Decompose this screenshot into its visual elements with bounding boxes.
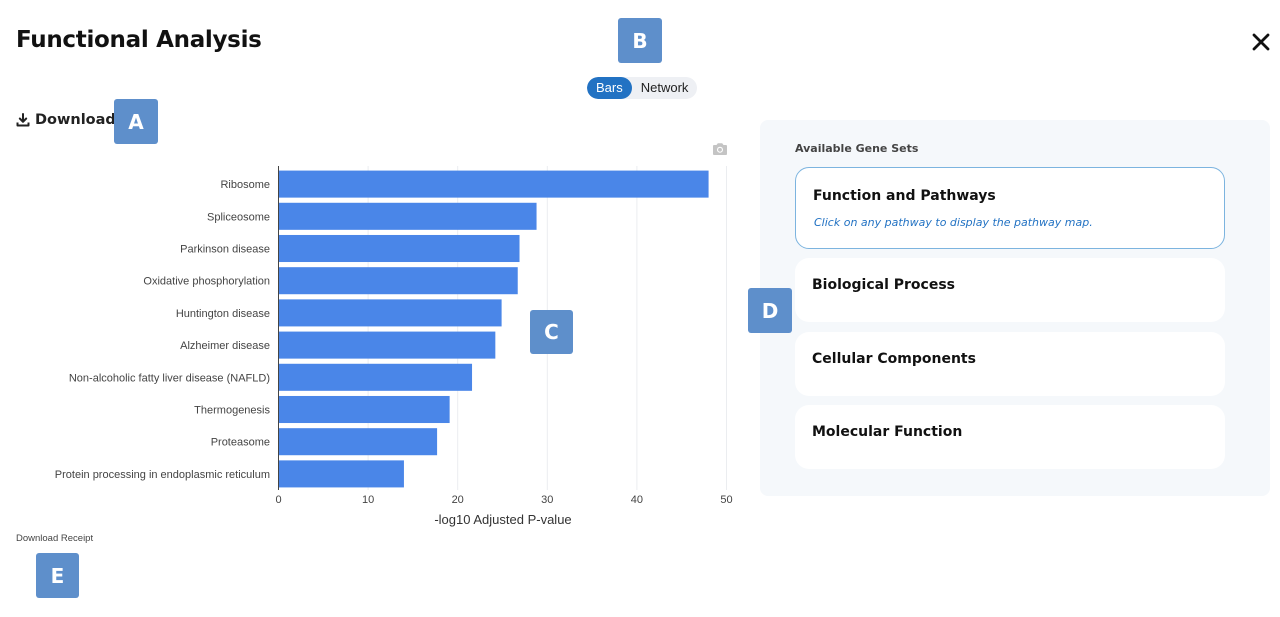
y-category-label: Parkinson disease [180,244,270,256]
y-category-label: Protein processing in endoplasmic reticu… [55,469,270,481]
bar[interactable] [279,267,518,295]
bar[interactable] [279,460,404,488]
card-subtitle: Click on any pathway to display the path… [814,216,1093,229]
page-title: Functional Analysis [16,27,262,53]
bar[interactable] [279,234,520,263]
bar[interactable] [279,299,502,327]
enrichment-bar-chart: Ribosome Spliceosome Parkinson disease Oxid… [55,166,733,527]
bar[interactable] [279,202,537,230]
card-cellular-components[interactable]: Cellular Components [795,332,1225,396]
download-icon [16,113,30,127]
y-category-label: Alzheimer disease [180,340,270,352]
card-title: Biological Process [812,277,955,293]
card-biological-process[interactable]: Biological Process [795,258,1225,322]
bar[interactable] [279,331,496,359]
card-function-and-pathways[interactable]: Function and Pathways Click on any pathw… [795,167,1225,249]
x-tick-label: 40 [631,494,643,506]
card-title: Molecular Function [812,424,963,440]
y-category-label: Huntington disease [176,308,270,320]
x-tick-label: 30 [541,494,553,506]
marker-e: E [36,553,79,598]
x-tick-label: 20 [452,494,464,506]
gene-sets-title: Available Gene Sets [795,142,919,155]
bar[interactable] [279,170,709,198]
bar[interactable] [279,395,450,424]
marker-c: C [530,310,573,354]
bar[interactable] [279,428,438,456]
network-toggle[interactable]: Network [632,77,698,99]
camera-icon[interactable] [712,141,728,155]
y-category-label: Oxidative phosphorylation [143,276,270,288]
download-label: Download [35,112,116,128]
card-title: Function and Pathways [813,188,996,204]
card-molecular-function[interactable]: Molecular Function [795,405,1225,469]
x-axis-label: -log10 Adjusted P-value [434,512,571,527]
y-category-label: Thermogenesis [194,405,270,417]
marker-b: B [618,18,662,63]
y-category-label: Proteasome [211,437,270,449]
marker-a: A [114,99,158,144]
download-receipt-link[interactable]: Download Receipt [16,533,93,544]
x-tick-label: 50 [720,494,732,506]
close-icon[interactable] [1249,30,1273,54]
x-tick-label: 0 [275,494,281,506]
x-tick-label: 10 [362,494,374,506]
bars-toggle[interactable]: Bars [587,77,632,99]
y-category-label: Ribosome [220,179,270,191]
card-title: Cellular Components [812,351,976,367]
download-button[interactable]: Download [16,112,116,128]
y-category-label: Spliceosome [207,211,270,223]
marker-d: D [748,288,792,333]
y-category-label: Non-alcoholic fatty liver disease (NAFLD… [69,372,270,384]
bar[interactable] [279,363,473,391]
view-toggle: Bars Network [587,77,698,99]
